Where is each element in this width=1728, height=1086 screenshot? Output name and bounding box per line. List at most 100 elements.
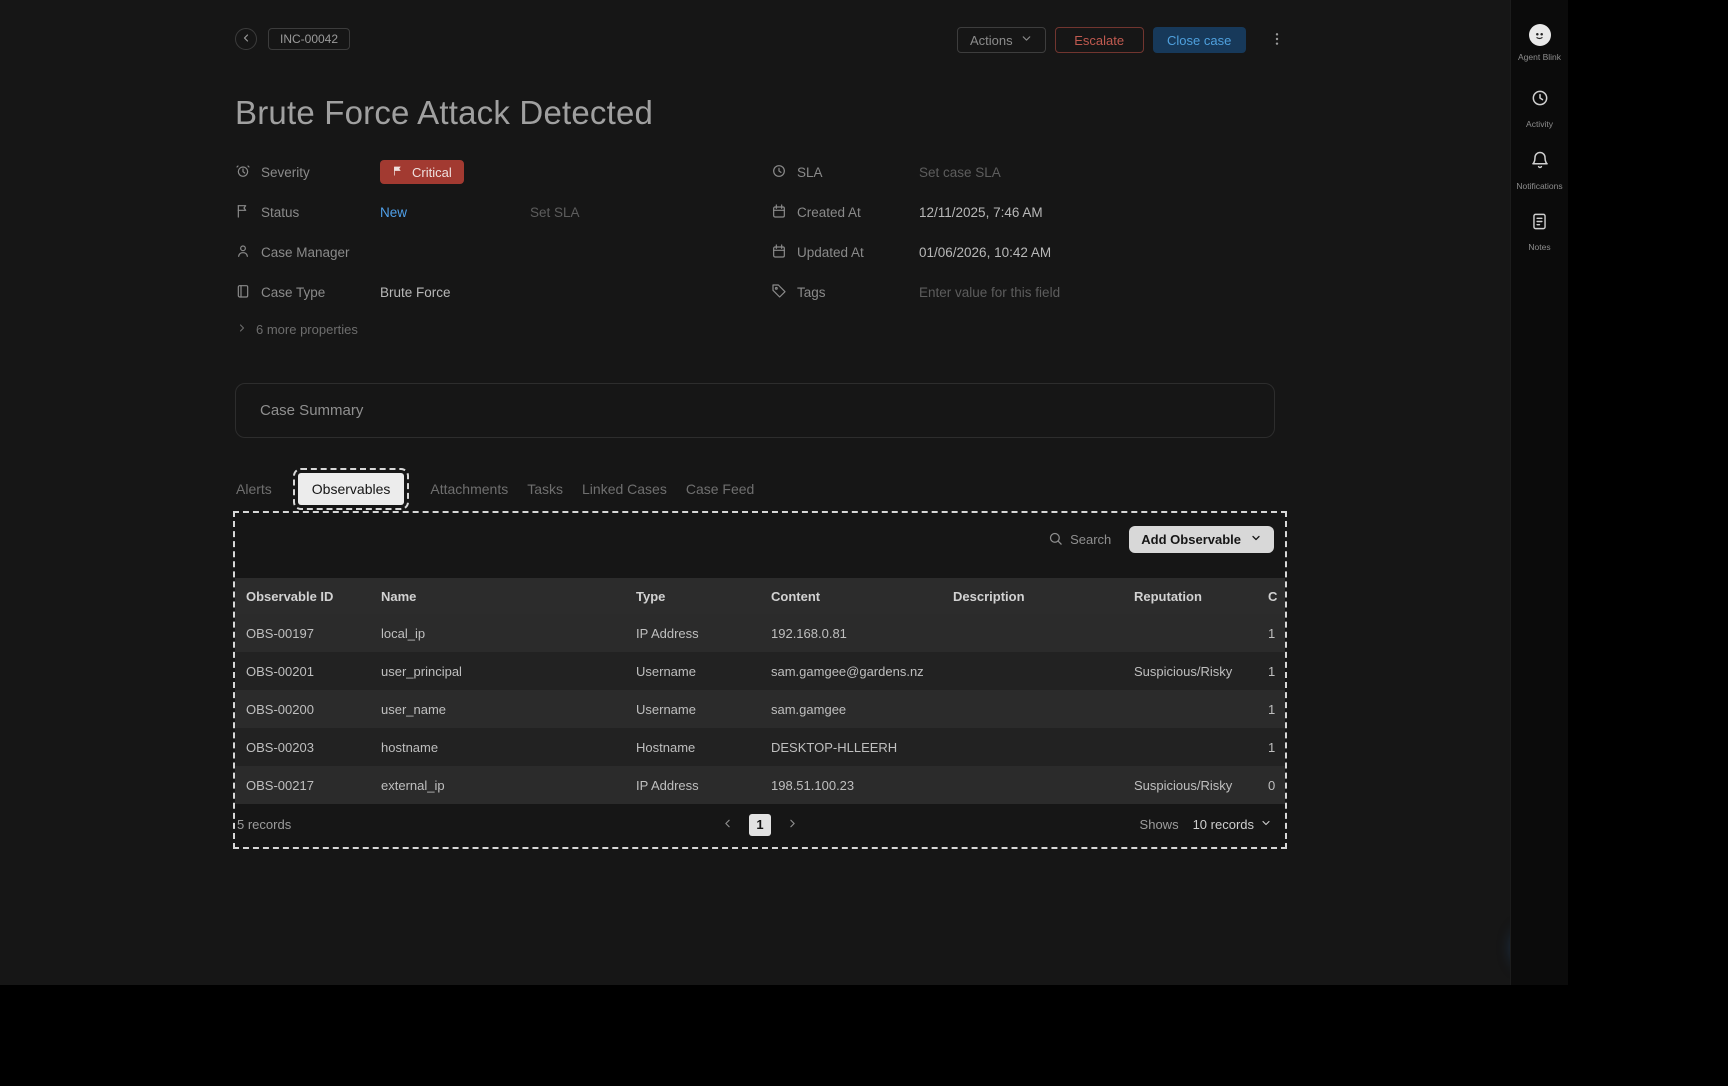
tags-input-placeholder[interactable]: Enter value for this field (919, 285, 1060, 300)
observables-toolbar: Search Add Observable (1048, 526, 1274, 553)
table-header-row: Observable ID Name Type Content Descript… (235, 578, 1285, 614)
chevron-left-icon (240, 32, 252, 47)
created-at-label: Created At (797, 204, 861, 220)
updated-at-value: 01/06/2026, 10:42 AM (919, 244, 1052, 260)
agent-avatar-icon (1528, 24, 1551, 46)
table-row[interactable]: OBS-00197 local_ip IP Address 192.168.0.… (235, 614, 1285, 652)
cell-observable-id: OBS-00201 (246, 663, 314, 679)
cell-type: IP Address (636, 777, 699, 793)
updated-at-label-group: Updated At (771, 243, 919, 262)
rail-item-notifications[interactable]: Notifications (1511, 150, 1568, 191)
tags-label: Tags (797, 284, 826, 300)
cell-name: user_name (381, 701, 447, 717)
tab-tasks[interactable]: Tasks (527, 481, 563, 497)
add-observable-label: Add Observable (1141, 532, 1241, 547)
property-case-type: Case Type Brute Force (235, 272, 771, 312)
sla-label: SLA (797, 164, 823, 180)
chevron-right-icon (236, 322, 248, 337)
clock-icon (771, 163, 787, 182)
rail-item-notes[interactable]: Notes (1511, 212, 1568, 252)
notifications-bell-icon (1530, 150, 1550, 175)
case-type-value[interactable]: Brute Force (380, 285, 451, 300)
case-manager-label-group: Case Manager (235, 243, 380, 262)
close-case-button[interactable]: Close case (1152, 27, 1246, 53)
tags-label-group: Tags (771, 283, 919, 302)
current-page-number[interactable]: 1 (749, 813, 771, 836)
shows-label: Shows (1139, 817, 1179, 832)
cell-content: 198.51.100.23 (771, 777, 855, 793)
severity-critical-badge[interactable]: Critical (380, 160, 464, 184)
tab-alerts[interactable]: Alerts (236, 481, 272, 497)
case-id-label: INC-00042 (280, 32, 339, 46)
column-header-description[interactable]: Description (942, 589, 1123, 604)
actions-button[interactable]: Actions (957, 27, 1046, 53)
severity-alarm-icon (235, 163, 251, 182)
column-header-content[interactable]: Content (760, 589, 942, 604)
chevron-down-icon (1020, 32, 1033, 48)
case-type-label: Case Type (261, 284, 326, 300)
cell-observable-id: OBS-00200 (246, 701, 314, 717)
app-window: INC-00042 Actions Escalate Close case Br… (0, 0, 1553, 985)
previous-page-button[interactable] (721, 817, 734, 833)
add-observable-button[interactable]: Add Observable (1129, 526, 1274, 553)
set-sla-placeholder[interactable]: Set SLA (530, 205, 580, 220)
back-button[interactable] (235, 28, 257, 50)
column-header-reputation[interactable]: Reputation (1123, 589, 1257, 604)
more-properties-toggle[interactable]: 6 more properties (236, 322, 358, 337)
rail-item-agent-blink[interactable]: Agent Blink (1511, 24, 1568, 62)
case-id-chip[interactable]: INC-00042 (268, 28, 351, 50)
column-header-name[interactable]: Name (370, 589, 625, 604)
case-tabs: Alerts Observables Attachments Tasks Lin… (236, 468, 754, 510)
table-row[interactable]: OBS-00200 user_name Username sam.gamgee … (235, 690, 1285, 728)
tab-attachments[interactable]: Attachments (430, 481, 508, 497)
column-header-observable-id[interactable]: Observable ID (235, 589, 370, 604)
property-updated-at: Updated At 01/06/2026, 10:42 AM (771, 232, 1285, 272)
rail-item-activity[interactable]: Activity (1511, 88, 1568, 129)
sla-value[interactable]: Set case SLA (919, 165, 1001, 180)
user-icon (235, 243, 251, 262)
case-summary-title: Case Summary (260, 402, 364, 419)
created-at-value: 12/11/2025, 7:46 AM (919, 204, 1043, 220)
tab-observables[interactable]: Observables (292, 468, 410, 510)
property-sla: SLA Set case SLA (771, 152, 1285, 192)
activity-clock-icon (1530, 88, 1550, 113)
observables-panel: Search Add Observable Observable ID Name… (233, 511, 1287, 849)
kebab-menu-icon (1269, 31, 1285, 50)
table-row[interactable]: OBS-00217 external_ip IP Address 198.51.… (235, 766, 1285, 804)
cell-name: external_ip (381, 777, 445, 793)
cell-type: Hostname (636, 739, 696, 755)
column-header-type[interactable]: Type (625, 589, 760, 604)
chevron-right-icon (786, 817, 799, 833)
tag-icon (771, 283, 787, 302)
chevron-down-icon (1250, 532, 1262, 547)
cell-truncated: 0 (1268, 777, 1276, 793)
severity-value: Critical (412, 164, 452, 180)
more-options-button[interactable] (1263, 30, 1291, 51)
page-title: Brute Force Attack Detected (235, 94, 654, 131)
flag-badge-icon (392, 165, 404, 180)
escalate-button[interactable]: Escalate (1054, 27, 1144, 53)
cell-content: DESKTOP-HLLEERH (771, 739, 898, 755)
column-header-truncated[interactable]: C (1257, 589, 1285, 604)
next-page-button[interactable] (786, 817, 799, 833)
table-row[interactable]: OBS-00201 user_principal Username sam.ga… (235, 652, 1285, 690)
rail-label-notes: Notes (1528, 242, 1551, 252)
page-size-select[interactable]: 10 records (1193, 817, 1272, 832)
cell-truncated: 1 (1268, 663, 1276, 679)
page-size-control: Shows 10 records (1140, 817, 1285, 832)
tab-case-feed[interactable]: Case Feed (686, 481, 754, 497)
status-value[interactable]: New (380, 205, 407, 220)
table-row[interactable]: OBS-00203 hostname Hostname DESKTOP-HLLE… (235, 728, 1285, 766)
page-size-value: 10 records (1192, 817, 1254, 832)
search-control[interactable]: Search (1048, 531, 1111, 549)
pagination: 1 (721, 813, 799, 836)
cell-observable-id: OBS-00203 (246, 739, 314, 755)
more-properties-label: 6 more properties (256, 322, 358, 337)
tab-linked-cases[interactable]: Linked Cases (582, 481, 667, 497)
cell-observable-id: OBS-00197 (246, 625, 314, 641)
cell-type: Username (636, 663, 696, 679)
case-summary-section[interactable]: Case Summary (235, 383, 1275, 438)
screen: INC-00042 Actions Escalate Close case Br… (0, 0, 1728, 1086)
cell-content: 192.168.0.81 (771, 625, 847, 641)
property-severity: Severity Critical (235, 152, 771, 192)
